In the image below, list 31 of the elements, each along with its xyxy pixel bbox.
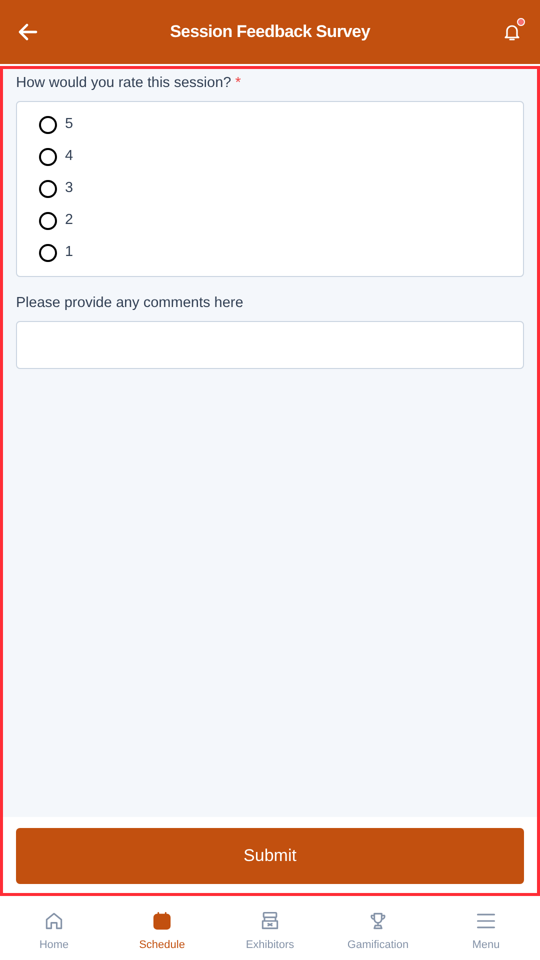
nav-tab[interactable]: Home [0, 896, 108, 960]
rating-option[interactable]: 5 [39, 109, 82, 141]
radio-button[interactable] [39, 244, 57, 262]
required-mark: * [235, 74, 241, 93]
radio-button[interactable] [39, 148, 57, 166]
option-label: 1 [65, 243, 74, 262]
submit-button[interactable]: Submit [16, 828, 524, 884]
calendar-icon [151, 910, 173, 932]
nav-tab[interactable]: Gamification [324, 896, 432, 960]
booth-icon [259, 910, 281, 932]
rating-option[interactable]: 1 [39, 237, 82, 269]
option-label: 5 [65, 115, 74, 134]
option-label: 2 [65, 211, 74, 230]
radio-button[interactable] [39, 180, 57, 198]
rating-option[interactable]: 4 [39, 141, 82, 173]
nav-tab[interactable]: Exhibitors [216, 896, 324, 960]
question-label: How would you rate this session? [16, 74, 232, 93]
rating-option[interactable]: 2 [39, 205, 82, 237]
house-icon [43, 910, 65, 932]
option-label: 4 [65, 147, 74, 166]
option-label: 3 [65, 179, 74, 198]
question-label: Please provide any comments here [16, 294, 244, 313]
bell-icon [502, 22, 522, 42]
radio-button[interactable] [39, 212, 57, 230]
radio-button[interactable] [39, 116, 57, 134]
rating-option[interactable]: 3 [39, 173, 82, 205]
nav-tab[interactable]: Schedule [108, 896, 216, 960]
comments-field[interactable] [16, 321, 524, 369]
nav-tab[interactable]: Menu [432, 896, 540, 960]
page-title: Session Feedback Survey [170, 21, 370, 44]
back-arrow-icon [18, 23, 38, 41]
